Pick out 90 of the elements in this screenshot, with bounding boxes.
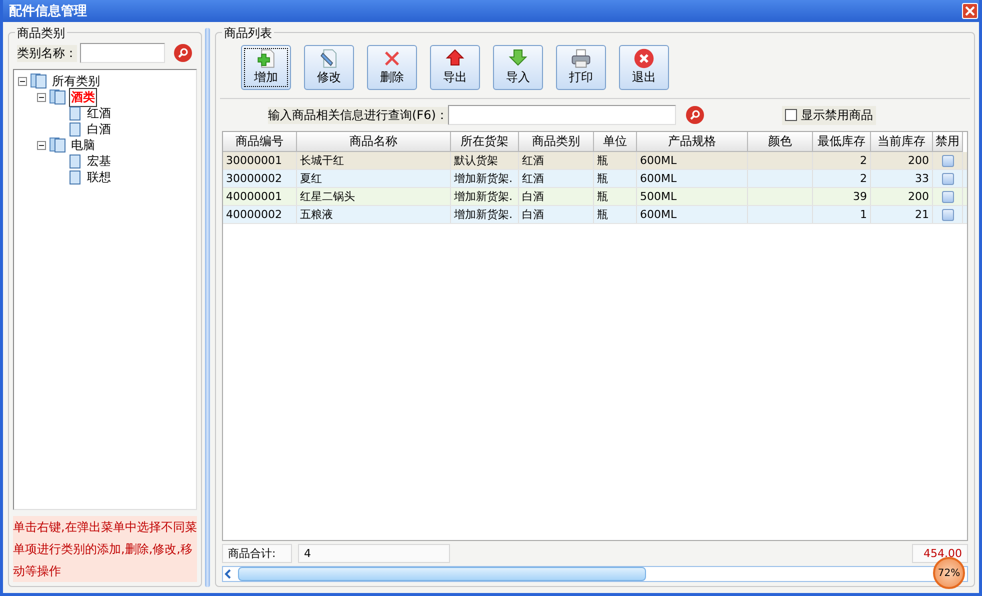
table-cell: 默认货架: [451, 152, 519, 169]
tree-item[interactable]: 宏基: [85, 152, 113, 170]
document-icon: [68, 121, 82, 137]
disable-checkbox[interactable]: [942, 172, 954, 184]
collapse-toggle[interactable]: [37, 92, 46, 102]
table-cell: 长城干红: [297, 152, 451, 169]
table-cell: 瓶: [594, 170, 637, 187]
toolbar-button[interactable]: 导出: [430, 45, 480, 90]
tree-item[interactable]: 白酒: [85, 120, 113, 138]
splitter[interactable]: [205, 28, 210, 587]
table-cell: 30000002: [223, 170, 297, 187]
table-cell: 红酒: [519, 152, 594, 169]
disable-checkbox[interactable]: [942, 190, 954, 202]
tree-item[interactable]: 红酒: [85, 104, 113, 122]
up-arrow-icon: [445, 48, 465, 68]
collapse-toggle[interactable]: [18, 76, 27, 86]
table-cell: 600ML: [637, 206, 748, 223]
table-cell: 白酒: [519, 206, 594, 223]
table-cell: 39: [813, 188, 871, 205]
table-cell: 21: [871, 206, 933, 223]
document-icon: [68, 153, 82, 169]
document-stack-icon: [49, 137, 66, 153]
table-cell: 瓶: [594, 206, 637, 223]
document-icon: [68, 169, 82, 185]
query-field[interactable]: [448, 105, 676, 125]
total-value: 454.00: [912, 544, 968, 563]
table-cell: 瓶: [594, 188, 637, 205]
table-cell: 2: [813, 152, 871, 169]
toolbar-button[interactable]: 增加: [241, 45, 291, 90]
column-header[interactable]: 商品名称: [297, 132, 451, 152]
table-cell: 白酒: [519, 188, 594, 205]
table-cell: 红酒: [519, 170, 594, 187]
toolbar-button[interactable]: 修改: [304, 45, 354, 90]
table-cell: 200: [871, 152, 933, 169]
column-header[interactable]: 产品规格: [637, 132, 748, 152]
tree-item[interactable]: 酒类: [69, 88, 97, 106]
printer-icon: [569, 48, 593, 69]
table-cell: 600ML: [637, 170, 748, 187]
table-cell: 增加新货架.: [451, 188, 519, 205]
query-label: 输入商品相关信息进行查询(F6)：: [268, 106, 448, 124]
group-legend: 商品类别: [15, 25, 67, 42]
table-cell: 增加新货架.: [451, 170, 519, 187]
toolbar-button[interactable]: 导入: [493, 45, 543, 90]
tree-item[interactable]: 联想: [85, 168, 113, 186]
document-stack-icon: [49, 89, 66, 105]
column-header[interactable]: 当前库存: [871, 132, 933, 152]
table-cell: 40000001: [223, 188, 297, 205]
table-cell: 1: [813, 206, 871, 223]
table-cell: 五粮液: [297, 206, 451, 223]
close-icon: [632, 48, 656, 69]
table-cell: 瓶: [594, 152, 637, 169]
column-header[interactable]: 商品编号: [223, 132, 297, 152]
disable-checkbox[interactable]: [942, 154, 954, 166]
table-cell: 增加新货架.: [451, 206, 519, 223]
field-label: 类别名称：: [17, 44, 77, 62]
disable-checkbox[interactable]: [942, 208, 954, 220]
window-title: 配件信息管理: [9, 3, 87, 20]
toolbar-button[interactable]: 退出: [619, 45, 669, 90]
document-stack-icon: [30, 73, 47, 89]
tree-item[interactable]: 所有类别: [50, 72, 102, 90]
document-icon: [68, 105, 82, 121]
table-cell: 夏红: [297, 170, 451, 187]
column-header[interactable]: 单位: [594, 132, 637, 152]
hint-text: 单击右键,在弹出菜单中选择不同菜单项进行类别的添加,删除,修改,移动等操作: [13, 516, 197, 582]
table-cell: 红星二锅头: [297, 188, 451, 205]
column-header[interactable]: 所在货架: [451, 132, 519, 152]
horizontal-scrollbar[interactable]: [222, 566, 968, 582]
column-header[interactable]: 商品类别: [519, 132, 594, 152]
table-cell: 2: [813, 170, 871, 187]
column-header[interactable]: 最低库存: [813, 132, 871, 152]
table-cell: 200: [871, 188, 933, 205]
toolbar-button[interactable]: 打印: [556, 45, 606, 90]
table-cell: 30000001: [223, 152, 297, 169]
down-arrow-icon: [508, 48, 528, 68]
toolbar-button[interactable]: 删除: [367, 45, 417, 90]
group-legend: 商品列表: [222, 25, 274, 42]
category-name-field[interactable]: [80, 43, 165, 63]
search-icon[interactable]: [174, 44, 192, 62]
tree-item[interactable]: 电脑: [69, 136, 97, 154]
collapse-toggle[interactable]: [37, 140, 46, 150]
column-header[interactable]: 禁用: [933, 132, 963, 152]
close-button[interactable]: [962, 3, 978, 19]
count-field: 4: [298, 544, 450, 563]
table-cell: 40000002: [223, 206, 297, 223]
table-cell: 500ML: [637, 188, 748, 205]
total-label: 商品合计:: [222, 544, 292, 563]
search-icon[interactable]: [686, 106, 704, 124]
table-cell: 600ML: [637, 152, 748, 169]
table-cell: 33: [871, 170, 933, 187]
column-header[interactable]: 颜色: [748, 132, 813, 152]
